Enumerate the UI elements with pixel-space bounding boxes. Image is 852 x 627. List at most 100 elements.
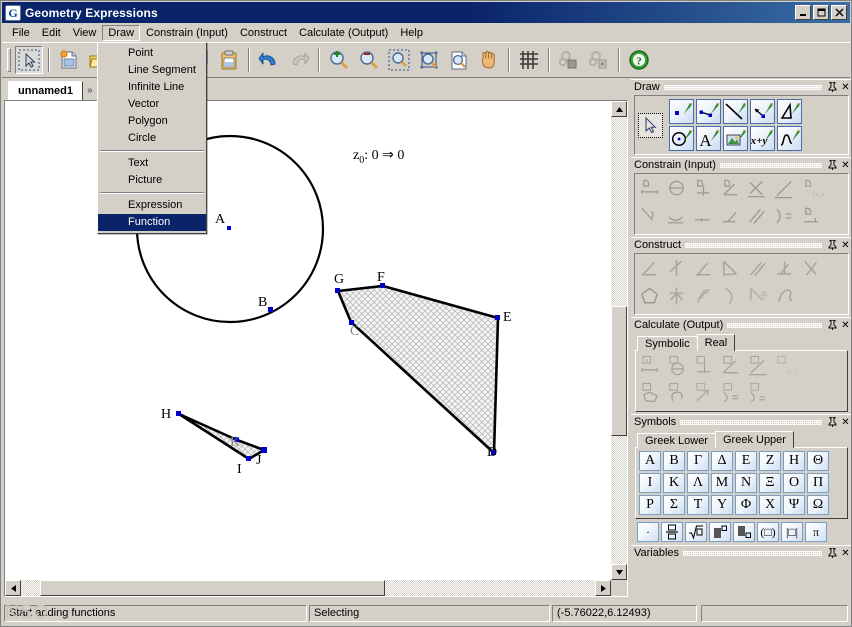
greek-key-kappa[interactable]: Κ (663, 473, 685, 493)
greek-key-iota[interactable]: Ι (639, 473, 661, 493)
draw-infinite-line-button[interactable] (723, 99, 748, 124)
tab-real[interactable]: Real (696, 334, 736, 351)
minimize-button[interactable] (795, 5, 811, 20)
panel-calculate-close-icon[interactable]: ✕ (839, 319, 851, 332)
greek-key-sigma[interactable]: Σ (663, 495, 685, 515)
draw-point-button[interactable] (669, 99, 694, 124)
operator-key-absolute[interactable]: |□| (781, 522, 803, 542)
menu-item-text[interactable]: Text (98, 155, 206, 172)
panel-construct-pin-icon[interactable] (826, 239, 839, 252)
geometry-canvas[interactable]: A B C D E F G H I J K z0: 0 ⇒ 0 (5, 101, 611, 580)
draw-vector-button[interactable] (750, 99, 775, 124)
constrain-coordinate-button[interactable]: (x,y) (800, 177, 825, 202)
draw-function-button[interactable] (777, 126, 802, 151)
menu-item-line-segment[interactable]: Line Segment (98, 62, 206, 79)
panel-constrain-pin-icon[interactable] (826, 159, 839, 172)
draw-select-arrow-button[interactable] (638, 112, 663, 138)
panel-constrain-close-icon[interactable]: ✕ (839, 159, 851, 172)
panel-symbols-gripper[interactable] (680, 419, 822, 425)
calc-area-button[interactable] (639, 381, 664, 406)
draw-expression-button[interactable]: x+y (750, 126, 775, 151)
construct-perpendicular-bisector-button[interactable] (665, 257, 690, 282)
menu-item-circle[interactable]: Circle (98, 130, 206, 147)
operator-key-superscript[interactable] (709, 522, 731, 542)
constrain-distance-button[interactable] (638, 177, 663, 202)
greek-key-chi[interactable]: Χ (759, 495, 781, 515)
menu-edit[interactable]: Edit (36, 25, 67, 41)
constrain-arc-button[interactable] (665, 177, 690, 202)
menu-constrain[interactable]: Constrain (Input) (140, 25, 234, 41)
paste-button[interactable] (215, 46, 243, 74)
construct-translate-button[interactable] (746, 284, 771, 309)
close-button[interactable] (831, 5, 847, 20)
greek-key-tau[interactable]: Τ (687, 495, 709, 515)
greek-key-delta[interactable]: Δ (711, 451, 733, 471)
operator-key-parentheses[interactable]: (□) (757, 522, 779, 542)
maximize-button[interactable] (813, 5, 829, 20)
tab-greek-upper[interactable]: Greek Upper (714, 431, 794, 448)
draw-text-button[interactable]: A (696, 126, 721, 151)
vscroll-up-button[interactable] (611, 101, 627, 117)
construct-arc-b-button[interactable] (719, 284, 744, 309)
panel-variables-close-icon[interactable]: ✕ (839, 547, 851, 560)
menu-help[interactable]: Help (394, 25, 429, 41)
operator-key-subscript[interactable] (733, 522, 755, 542)
undo-button[interactable] (255, 46, 283, 74)
draw-picture-button[interactable] (723, 126, 748, 151)
greek-key-omicron[interactable]: Ο (783, 473, 805, 493)
hscroll-right-button[interactable] (595, 580, 611, 596)
construct-altitude-button[interactable] (773, 257, 798, 282)
greek-key-alpha[interactable]: Α (639, 451, 661, 471)
greek-key-theta[interactable]: Θ (807, 451, 829, 471)
tab-overflow-icon[interactable]: » (87, 81, 93, 100)
construct-triangle-button[interactable] (719, 257, 744, 282)
constrain-tangent-button[interactable] (719, 204, 744, 229)
calc-tangent-button[interactable] (720, 381, 745, 406)
menu-item-vector[interactable]: Vector (98, 96, 206, 113)
panel-draw-gripper[interactable] (663, 84, 822, 90)
construct-reflection-button[interactable] (665, 284, 690, 309)
panel-variables-pin-icon[interactable] (826, 547, 839, 560)
panel-draw-pin-icon[interactable] (826, 81, 839, 94)
menu-item-infinite-line[interactable]: Infinite Line (98, 79, 206, 96)
calc-curvature-button[interactable] (747, 381, 772, 406)
tab-symbolic[interactable]: Symbolic (637, 336, 698, 351)
zoom-select-button[interactable] (385, 46, 413, 74)
document-tab-unnamed1[interactable]: unnamed1 (8, 81, 84, 100)
greek-key-rho[interactable]: Ρ (639, 495, 661, 515)
constrain-direction-button[interactable] (638, 204, 663, 229)
menu-draw[interactable]: Draw (102, 24, 141, 41)
operator-key-pi[interactable]: π (805, 522, 827, 542)
settings-b-button[interactable] (585, 46, 613, 74)
zoom-page-button[interactable] (445, 46, 473, 74)
greek-key-mu[interactable]: Μ (711, 473, 733, 493)
menu-item-expression[interactable]: Expression (98, 197, 206, 214)
construct-parallel-line-button[interactable] (746, 257, 771, 282)
constrain-midpoint-button[interactable] (692, 204, 717, 229)
construct-locus-button[interactable] (773, 284, 798, 309)
greek-key-nu[interactable]: Ν (735, 473, 757, 493)
constrain-fix-button[interactable] (800, 204, 825, 229)
tab-greek-lower[interactable]: Greek Lower (637, 433, 716, 448)
new-document-button[interactable] (55, 46, 83, 74)
greek-key-omega[interactable]: Ω (807, 495, 829, 515)
menu-file[interactable]: File (6, 25, 36, 41)
greek-key-pi[interactable]: Π (807, 473, 829, 493)
greek-key-upsilon[interactable]: Υ (711, 495, 733, 515)
greek-key-zeta[interactable]: Ζ (759, 451, 781, 471)
panel-construct-gripper[interactable] (685, 242, 822, 248)
calc-coordinate-button[interactable]: (x,y) (774, 354, 799, 379)
vscroll-thumb[interactable] (611, 306, 627, 436)
panel-construct-close-icon[interactable]: ✕ (839, 239, 851, 252)
construct-polygon-button[interactable] (638, 284, 663, 309)
calc-perimeter-button[interactable] (666, 381, 691, 406)
panel-variables-gripper[interactable] (683, 550, 822, 556)
calc-angle-button[interactable] (720, 354, 745, 379)
constrain-angle-button[interactable] (719, 177, 744, 202)
hscroll-thumb[interactable] (40, 580, 385, 596)
menu-construct[interactable]: Construct (234, 25, 293, 41)
constrain-arc-length-button[interactable] (665, 204, 690, 229)
greek-key-beta[interactable]: Β (663, 451, 685, 471)
calc-arc-button[interactable] (666, 354, 691, 379)
constrain-congruent-button[interactable] (773, 204, 798, 229)
